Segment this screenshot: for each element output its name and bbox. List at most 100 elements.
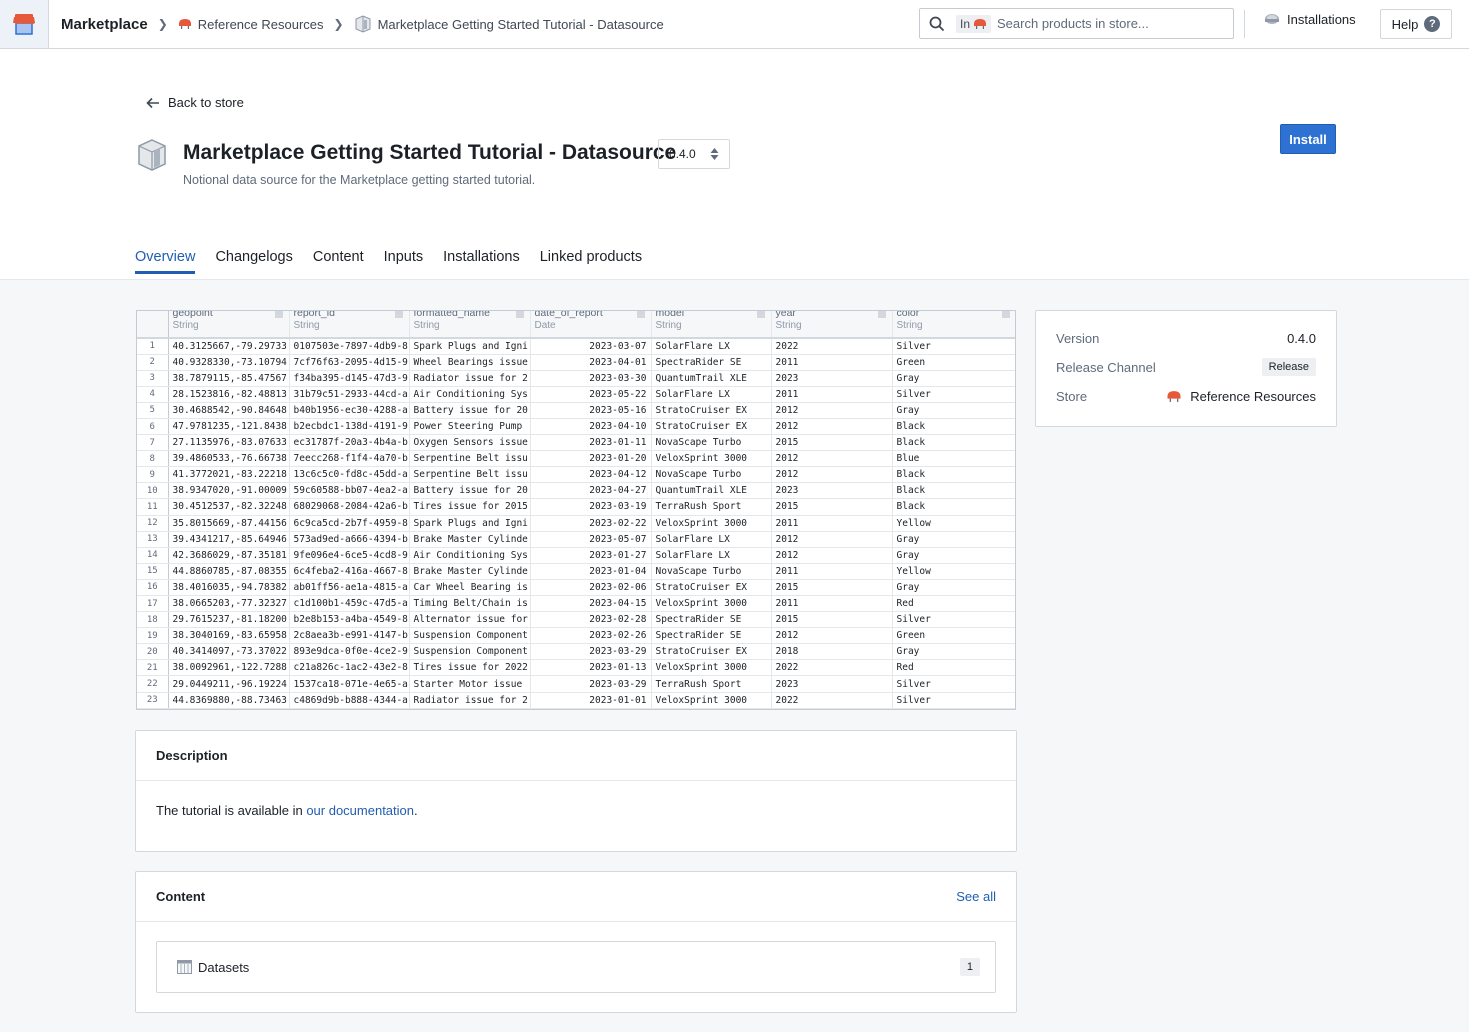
cell-formatted-name[interactable]: Suspension Component [409, 643, 531, 661]
cell-formatted-name[interactable]: Tires issue for 2015 [409, 498, 531, 516]
table-row[interactable]: 5 30.4688542,-90.84648 b40b1956-ec30-4288-… [137, 402, 1015, 419]
breadcrumb-product[interactable]: Marketplace Getting Started Tutorial - D… [354, 15, 664, 33]
cell-date-of-report[interactable]: 2023-02-06 [530, 579, 652, 597]
cell-model[interactable]: SpectraRider SE [651, 627, 772, 645]
cell-formatted-name[interactable]: Battery issue for 20 [409, 402, 531, 419]
cell-color[interactable]: Black [892, 498, 1015, 516]
cell-report-id[interactable]: ab01ff56-ae1a-4815-a [289, 579, 410, 597]
cell-color[interactable]: Yellow [892, 563, 1015, 580]
cell-report-id[interactable]: c1d100b1-459c-47d5-a [289, 595, 410, 613]
cell-year[interactable]: 2018 [771, 643, 893, 661]
cell-model[interactable]: NovaScape Turbo [651, 563, 772, 580]
cell-report-id[interactable]: 893e9dca-0f0e-4ce2-9 [289, 643, 410, 661]
cell-color[interactable]: Black [892, 482, 1015, 500]
cell-formatted-name[interactable]: Spark Plugs and Igni [409, 338, 531, 355]
cell-year[interactable]: 2012 [771, 547, 893, 564]
breadcrumb-marketplace[interactable]: Marketplace [61, 16, 148, 33]
table-row[interactable]: 2 40.9328330,-73.10794 7cf76f63-2095-4d15-… [137, 354, 1015, 371]
cell-date-of-report[interactable]: 2023-02-26 [530, 627, 652, 645]
cell-model[interactable]: SpectraRider SE [651, 611, 772, 629]
cell-color[interactable]: Black [892, 418, 1015, 436]
cell-report-id[interactable]: b40b1956-ec30-4288-a [289, 402, 410, 419]
cell-date-of-report[interactable]: 2023-03-29 [530, 643, 652, 661]
cell-date-of-report[interactable]: 2023-05-16 [530, 402, 652, 419]
table-row[interactable]: 14 42.3686029,-87.35181 9fe096e4-6ce5-4cd8… [137, 547, 1015, 564]
cell-model[interactable]: NovaScape Turbo [651, 434, 772, 452]
table-row[interactable]: 1 40.3125667,-79.29733 0107503e-7897-4db9-… [137, 338, 1015, 355]
cell-color[interactable]: Silver [892, 675, 1015, 693]
search-box[interactable]: In [919, 8, 1234, 39]
cell-model[interactable]: VeloxSprint 3000 [651, 450, 772, 468]
cell-formatted-name[interactable]: Air Conditioning Sys [409, 386, 531, 403]
cell-model[interactable]: VeloxSprint 3000 [651, 515, 772, 532]
cell-date-of-report[interactable]: 2023-04-15 [530, 595, 652, 613]
column-menu-icon[interactable] [756, 311, 765, 318]
cell-date-of-report[interactable]: 2023-01-13 [530, 659, 652, 677]
tab-content[interactable]: Content [313, 249, 364, 273]
table-row[interactable]: 6 47.9781235,-121.8438 b2ecbdc1-138d-4191-… [137, 418, 1015, 436]
cell-year[interactable]: 2022 [771, 659, 893, 677]
tab-inputs[interactable]: Inputs [384, 249, 424, 273]
marketplace-logo[interactable] [0, 0, 49, 48]
table-row[interactable]: 22 29.0449211,-96.19224 1537ca18-071e-4e65… [137, 675, 1015, 693]
column-menu-icon[interactable] [515, 311, 524, 318]
cell-color[interactable]: Gray [892, 370, 1015, 387]
cell-formatted-name[interactable]: Air Conditioning Sys [409, 547, 531, 564]
cell-date-of-report[interactable]: 2023-01-20 [530, 450, 652, 468]
cell-year[interactable]: 2012 [771, 466, 893, 484]
tab-installations[interactable]: Installations [443, 249, 520, 273]
cell-report-id[interactable]: 573ad9ed-a666-4394-b [289, 531, 410, 548]
cell-geopoint[interactable]: 35.8015669,-87.44156 [168, 515, 290, 532]
cell-color[interactable]: Black [892, 434, 1015, 452]
table-row[interactable]: 10 38.9347020,-91.00009 59c60588-bb07-4ea2… [137, 482, 1015, 500]
cell-geopoint[interactable]: 38.7879115,-85.47567 [168, 370, 290, 387]
cell-report-id[interactable]: c4869d9b-b888-4344-a [289, 692, 410, 709]
cell-color[interactable]: Blue [892, 450, 1015, 468]
cell-geopoint[interactable]: 39.4860533,-76.66738 [168, 450, 290, 468]
cell-formatted-name[interactable]: Spark Plugs and Igni [409, 515, 531, 532]
table-row[interactable]: 9 41.3772021,-83.22218 13c6c5c0-fd8c-45dd-… [137, 466, 1015, 484]
table-row[interactable]: 4 28.1523816,-82.48813 31b79c51-2933-44cd-… [137, 386, 1015, 403]
cell-year[interactable]: 2011 [771, 595, 893, 613]
cell-color[interactable]: Gray [892, 402, 1015, 419]
search-input[interactable] [997, 16, 1218, 31]
table-row[interactable]: 18 29.7615237,-81.18200 b2e8b153-a4ba-4549… [137, 611, 1015, 629]
cell-geopoint[interactable]: 38.0665203,-77.32327 [168, 595, 290, 613]
cell-date-of-report[interactable]: 2023-04-12 [530, 466, 652, 484]
cell-color[interactable]: Silver [892, 386, 1015, 403]
cell-formatted-name[interactable]: Serpentine Belt issu [409, 466, 531, 484]
cell-year[interactable]: 2011 [771, 515, 893, 532]
column-menu-icon[interactable] [877, 311, 886, 318]
cell-report-id[interactable]: 0107503e-7897-4db9-8 [289, 338, 410, 355]
column-header-formatted-name[interactable]: formatted_name String [409, 311, 531, 339]
cell-geopoint[interactable]: 38.3040169,-83.65958 [168, 627, 290, 645]
cell-year[interactable]: 2023 [771, 482, 893, 500]
column-header-geopoint[interactable]: geopoint String [168, 311, 290, 339]
cell-geopoint[interactable]: 40.3414097,-73.37022 [168, 643, 290, 661]
column-header-year[interactable]: year String [771, 311, 893, 339]
table-row[interactable]: 21 38.0092961,-122.7288 c21a826c-1ac2-43e2… [137, 659, 1015, 677]
cell-year[interactable]: 2012 [771, 418, 893, 436]
installations-button[interactable]: Installations [1264, 12, 1356, 27]
cell-color[interactable]: Yellow [892, 515, 1015, 532]
cell-date-of-report[interactable]: 2023-01-04 [530, 563, 652, 580]
table-row[interactable]: 20 40.3414097,-73.37022 893e9dca-0f0e-4ce2… [137, 643, 1015, 661]
cell-date-of-report[interactable]: 2023-02-28 [530, 611, 652, 629]
cell-report-id[interactable]: b2ecbdc1-138d-4191-9 [289, 418, 410, 436]
cell-year[interactable]: 2015 [771, 579, 893, 597]
tab-linked-products[interactable]: Linked products [540, 249, 642, 273]
install-button[interactable]: Install [1280, 124, 1336, 154]
cell-report-id[interactable]: 68029068-2084-42a6-b [289, 498, 410, 516]
cell-model[interactable]: SolarFlare LX [651, 547, 772, 564]
cell-model[interactable]: VeloxSprint 3000 [651, 692, 772, 709]
cell-geopoint[interactable]: 38.4016035,-94.78382 [168, 579, 290, 597]
cell-geopoint[interactable]: 38.0092961,-122.7288 [168, 659, 290, 677]
cell-formatted-name[interactable]: Power Steering Pump [409, 418, 531, 436]
cell-year[interactable]: 2015 [771, 611, 893, 629]
cell-date-of-report[interactable]: 2023-04-27 [530, 482, 652, 500]
cell-report-id[interactable]: 2c8aea3b-e991-4147-b [289, 627, 410, 645]
cell-formatted-name[interactable]: Tires issue for 2022 [409, 659, 531, 677]
cell-geopoint[interactable]: 38.9347020,-91.00009 [168, 482, 290, 500]
cell-color[interactable]: Green [892, 354, 1015, 371]
cell-report-id[interactable]: 9fe096e4-6ce5-4cd8-9 [289, 547, 410, 564]
